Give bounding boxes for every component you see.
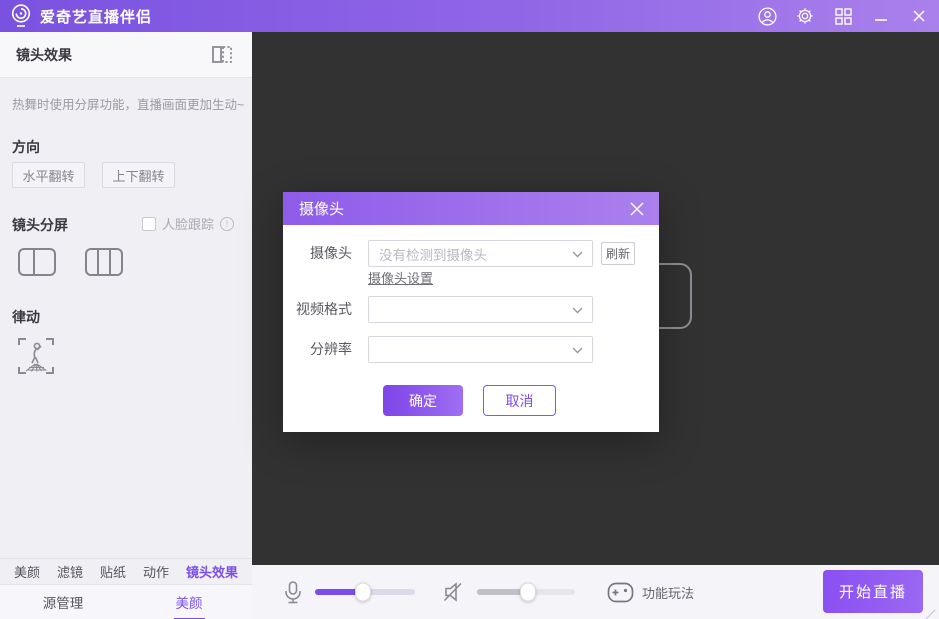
- titlebar: 爱奇艺直播伴侣: [0, 0, 939, 32]
- features-label: 功能玩法: [642, 583, 694, 602]
- close-icon[interactable]: [909, 6, 929, 26]
- app-window: 爱奇艺直播伴侣: [0, 0, 939, 619]
- tab-motion[interactable]: 动作: [143, 562, 169, 581]
- video-format-label: 视频格式: [283, 296, 352, 323]
- minimize-icon[interactable]: [871, 6, 891, 26]
- flip-preview-icon[interactable]: [210, 44, 234, 66]
- tab-camera-effect[interactable]: 镜头效果: [186, 562, 238, 581]
- direction-label: 方向: [12, 137, 40, 157]
- camera-split-label: 镜头分屏: [12, 215, 68, 235]
- split-screen-hint: 热舞时使用分屏功能，直播画面更加生动~: [12, 94, 247, 113]
- cancel-button[interactable]: 取消: [483, 385, 556, 416]
- refresh-button[interactable]: 刷新: [601, 242, 635, 265]
- tab-beauty[interactable]: 美颜: [14, 562, 40, 581]
- mic-volume-slider[interactable]: [315, 589, 415, 595]
- resolution-select[interactable]: [368, 336, 593, 363]
- speaker-volume-slider[interactable]: [477, 589, 575, 595]
- dialog-close-icon[interactable]: [629, 201, 645, 217]
- split-two-pane-button[interactable]: [18, 248, 56, 276]
- microphone-icon[interactable]: [282, 580, 304, 605]
- layout-grid-icon[interactable]: [833, 6, 853, 26]
- rhythm-dance-effect-button[interactable]: [16, 335, 56, 377]
- split-three-pane-button[interactable]: [85, 248, 123, 276]
- camera-field-label: 摄像头: [283, 240, 352, 267]
- face-tracking-checkbox[interactable]: [142, 217, 156, 231]
- camera-select-value: 没有检测到摄像头: [379, 244, 487, 264]
- confirm-button[interactable]: 确定: [383, 385, 463, 416]
- bottom-toolbar: 功能玩法 开始直播: [252, 565, 939, 619]
- mic-slider-handle[interactable]: [355, 583, 371, 602]
- tab-source-management[interactable]: 源管理: [0, 585, 126, 619]
- profile-icon[interactable]: [757, 6, 777, 26]
- video-format-select[interactable]: [368, 296, 593, 323]
- effect-sub-tabs: 美颜 滤镜 贴纸 动作 镜头效果: [0, 558, 252, 584]
- flip-vertical-button[interactable]: 上下翻转: [102, 162, 175, 188]
- tab-sticker[interactable]: 贴纸: [100, 562, 126, 581]
- rhythm-label: 律动: [12, 307, 40, 327]
- camera-settings-link[interactable]: 摄像头设置: [368, 268, 433, 287]
- resolution-label: 分辨率: [283, 336, 352, 363]
- camera-dialog-title: 摄像头: [299, 198, 344, 219]
- camera-dialog-header: 摄像头: [283, 192, 659, 225]
- face-tracking-label[interactable]: 人脸跟踪: [162, 214, 214, 233]
- speaker-slider-handle[interactable]: [520, 583, 536, 602]
- speaker-muted-icon[interactable]: [442, 581, 466, 603]
- chevron-down-icon: [572, 251, 583, 258]
- settings-gear-icon[interactable]: [795, 6, 815, 26]
- chevron-down-icon: [572, 347, 583, 354]
- features-button[interactable]: 功能玩法: [607, 565, 694, 619]
- camera-dialog: 摄像头 摄像头 没有检测到摄像头 刷新 摄像头设置 视频格式 分辨率 确定 取消: [283, 192, 659, 432]
- iqiyi-logo-icon: [10, 3, 32, 29]
- tab-filter[interactable]: 滤镜: [57, 562, 83, 581]
- camera-select[interactable]: 没有检测到摄像头: [368, 240, 593, 267]
- gamepad-icon: [607, 582, 634, 603]
- flip-horizontal-button[interactable]: 水平翻转: [12, 162, 85, 188]
- sidebar: 镜头效果 热舞时使用分屏功能，直播画面更加生动~ 方向 水平翻转 上下翻转 镜头…: [0, 32, 252, 619]
- app-title: 爱奇艺直播伴侣: [40, 6, 152, 27]
- tab-beauty-main[interactable]: 美颜: [126, 585, 252, 619]
- panel-header: 镜头效果: [0, 32, 252, 78]
- resize-grip[interactable]: [926, 610, 936, 619]
- start-streaming-button[interactable]: 开始直播: [823, 570, 923, 613]
- chevron-down-icon: [572, 307, 583, 314]
- sidebar-main-tabs: 源管理 美颜: [0, 584, 252, 619]
- panel-title: 镜头效果: [16, 45, 72, 65]
- info-icon[interactable]: !: [220, 217, 234, 231]
